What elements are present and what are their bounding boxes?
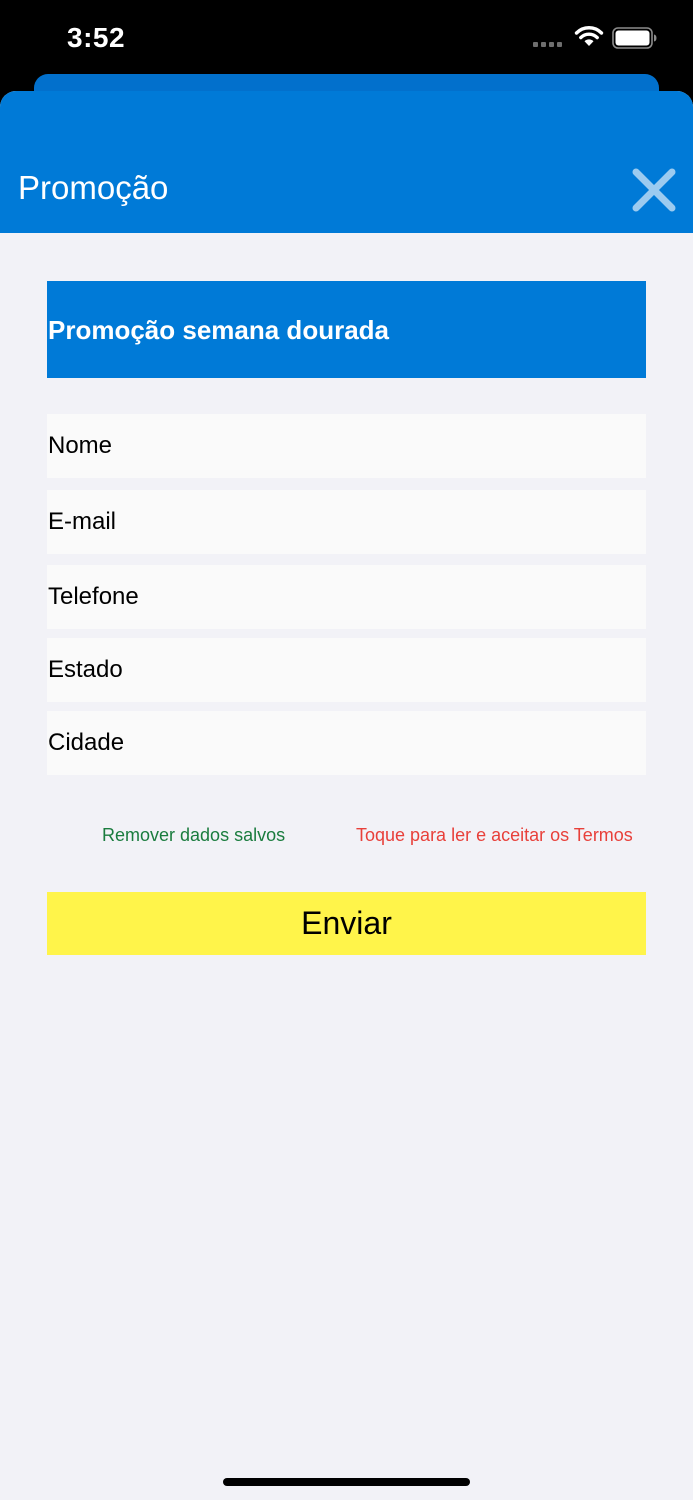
phone-field[interactable] — [47, 565, 646, 629]
submit-button[interactable]: Enviar — [47, 892, 646, 955]
remove-saved-data-link[interactable]: Remover dados salvos — [102, 825, 285, 846]
promo-sheet: Promoção Promoção semana dourada Remover… — [0, 91, 693, 1500]
battery-icon — [612, 27, 657, 49]
email-field[interactable] — [47, 490, 646, 554]
promo-banner-title: Promoção semana dourada — [48, 315, 389, 345]
status-time: 3:52 — [67, 22, 126, 53]
cellular-signal-icon — [533, 42, 565, 48]
promo-banner: Promoção semana dourada — [47, 281, 646, 378]
state-field[interactable] — [47, 638, 646, 702]
wifi-icon — [574, 26, 604, 46]
status-bar: 3:52 — [0, 0, 693, 75]
header-bar: Promoção — [0, 91, 693, 233]
city-field[interactable] — [47, 711, 646, 775]
page-title: Promoção — [18, 169, 169, 206]
terms-link[interactable]: Toque para ler e aceitar os Termos — [356, 825, 633, 846]
name-field[interactable] — [47, 414, 646, 478]
home-indicator[interactable] — [223, 1478, 470, 1486]
close-icon[interactable] — [628, 165, 680, 215]
